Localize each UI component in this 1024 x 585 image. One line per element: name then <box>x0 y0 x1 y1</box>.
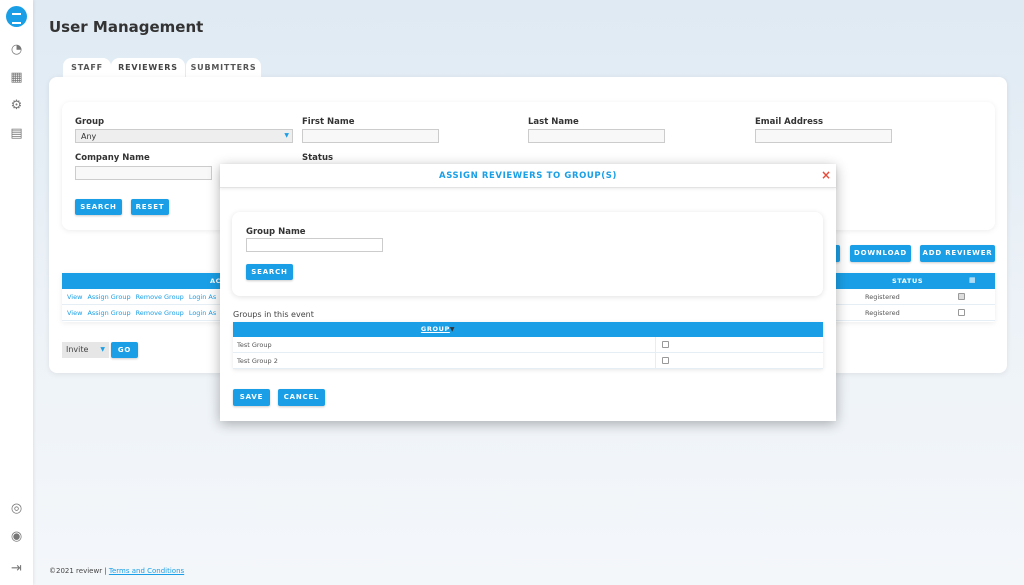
company-input[interactable] <box>75 166 212 180</box>
bulk-action-select[interactable]: Invite ▼ <box>62 342 109 358</box>
group-checkbox[interactable] <box>662 357 669 364</box>
sort-desc-icon[interactable]: ▼ <box>450 326 455 333</box>
email-input[interactable] <box>755 129 892 143</box>
group-name: Test Group 2 <box>237 357 278 365</box>
sidebar: ◔ ▦ ⚙ ▤ ◎ ◉ ⇥ <box>0 0 33 585</box>
clipboard-icon[interactable]: ▤ <box>9 126 24 141</box>
dashboard-icon[interactable]: ◔ <box>9 42 24 57</box>
group-checkbox[interactable] <box>662 341 669 348</box>
row-checkbox[interactable] <box>958 293 965 300</box>
status-header[interactable]: STATUS <box>892 277 923 285</box>
group-select[interactable]: Any ▼ <box>75 129 293 143</box>
group-search-panel: Group Name SEARCH <box>232 212 823 296</box>
group-row: Test Group <box>233 337 823 353</box>
assign-groups-modal: ASSIGN REVIEWERS TO GROUP(S) × Group Nam… <box>220 164 836 421</box>
tab-staff[interactable]: STAFF <box>63 58 111 78</box>
bulk-action-value: Invite <box>66 345 89 354</box>
download-button[interactable]: DOWNLOAD <box>850 245 911 262</box>
groups-table-header: GROUP▼ <box>233 322 823 337</box>
login-as-link[interactable]: Login As <box>189 309 216 317</box>
company-label: Company Name <box>75 153 150 163</box>
view-link[interactable]: View <box>67 309 82 317</box>
terms-link[interactable]: Terms and Conditions <box>109 567 184 575</box>
cancel-button[interactable]: CANCEL <box>278 389 325 406</box>
logout-icon[interactable]: ⇥ <box>9 561 24 576</box>
logo-icon[interactable] <box>6 6 27 27</box>
status-cell: Registered <box>865 293 900 301</box>
gear-icon[interactable]: ⚙ <box>9 98 24 113</box>
save-button[interactable]: SAVE <box>233 389 270 406</box>
group-name-label: Group Name <box>246 227 306 237</box>
assign-group-link[interactable]: Assign Group <box>87 309 130 317</box>
first-name-label: First Name <box>302 117 355 127</box>
tab-submitters[interactable]: SUBMITTERS <box>186 58 261 78</box>
chevron-down-icon: ▼ <box>284 132 289 139</box>
assign-group-link[interactable]: Assign Group <box>87 293 130 301</box>
select-all-icon[interactable]: ▦ <box>969 276 976 284</box>
add-reviewer-button[interactable]: ADD REVIEWER <box>920 245 995 262</box>
first-name-input[interactable] <box>302 129 439 143</box>
help-icon[interactable]: ◎ <box>9 501 24 516</box>
go-button[interactable]: GO <box>111 342 138 358</box>
reset-button[interactable]: RESET <box>131 199 169 215</box>
row-checkbox[interactable] <box>958 309 965 316</box>
calendar-icon[interactable]: ▦ <box>9 70 24 85</box>
user-icon[interactable]: ◉ <box>9 529 24 544</box>
last-name-label: Last Name <box>528 117 579 127</box>
footer: ©2021 reviewr | Terms and Conditions <box>49 567 184 575</box>
chevron-down-icon: ▼ <box>100 346 105 353</box>
group-value: Any <box>81 132 97 141</box>
groups-caption: Groups in this event <box>233 310 314 319</box>
modal-header: ASSIGN REVIEWERS TO GROUP(S) × <box>220 164 836 188</box>
view-link[interactable]: View <box>67 293 82 301</box>
group-label: Group <box>75 117 105 127</box>
remove-group-link[interactable]: Remove Group <box>136 309 184 317</box>
status-label: Status <box>302 153 334 163</box>
email-label: Email Address <box>755 117 824 127</box>
login-as-link[interactable]: Login As <box>189 293 216 301</box>
status-cell: Registered <box>865 309 900 317</box>
page-title: User Management <box>49 18 204 36</box>
copyright: ©2021 reviewr | <box>49 567 107 575</box>
groups-table: GROUP▼ Test Group Test Group 2 <box>233 322 823 369</box>
group-name-input[interactable] <box>246 238 383 252</box>
tab-reviewers[interactable]: REVIEWERS <box>111 58 185 78</box>
close-icon[interactable]: × <box>821 168 831 182</box>
group-header[interactable]: GROUP <box>421 325 450 333</box>
last-name-input[interactable] <box>528 129 665 143</box>
group-search-button[interactable]: SEARCH <box>246 264 293 280</box>
group-name: Test Group <box>237 341 272 349</box>
modal-title: ASSIGN REVIEWERS TO GROUP(S) <box>439 171 617 181</box>
remove-group-link[interactable]: Remove Group <box>136 293 184 301</box>
group-row: Test Group 2 <box>233 353 823 369</box>
search-button[interactable]: SEARCH <box>75 199 122 215</box>
